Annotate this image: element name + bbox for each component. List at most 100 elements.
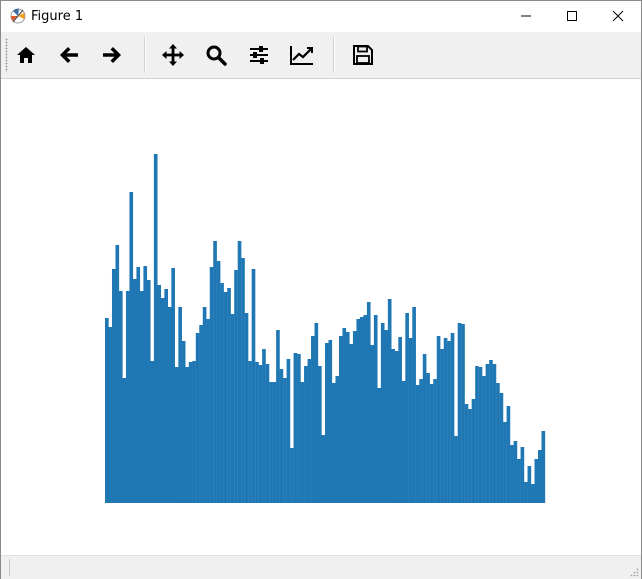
histogram-bar bbox=[345, 332, 350, 503]
figure-canvas[interactable] bbox=[1, 79, 641, 555]
histogram-bar bbox=[171, 268, 175, 503]
histogram-bar bbox=[199, 325, 203, 503]
histogram-bar bbox=[356, 319, 361, 503]
save-button[interactable] bbox=[347, 39, 379, 71]
histogram-bar bbox=[307, 359, 312, 503]
histogram-bar bbox=[248, 361, 252, 503]
pan-button[interactable] bbox=[157, 39, 189, 71]
histogram-bar bbox=[265, 364, 270, 503]
histogram-bar bbox=[283, 378, 287, 503]
arrow-right-icon bbox=[103, 47, 121, 63]
histogram-bar bbox=[510, 445, 514, 503]
histogram-bar bbox=[251, 269, 256, 503]
back-button[interactable] bbox=[53, 39, 85, 71]
status-divider bbox=[9, 559, 10, 576]
histogram-bar bbox=[398, 337, 402, 503]
histogram-bar bbox=[297, 354, 301, 503]
histogram-bar bbox=[213, 241, 217, 503]
histogram-bar bbox=[461, 324, 465, 503]
histogram-bar bbox=[272, 382, 277, 503]
histogram-bar bbox=[241, 258, 245, 503]
histogram-bar bbox=[129, 192, 134, 503]
title-bar[interactable]: Figure 1 bbox=[1, 1, 641, 31]
toolbar-grip[interactable] bbox=[5, 38, 8, 72]
histogram-bar bbox=[311, 336, 315, 503]
maximize-icon bbox=[567, 11, 577, 21]
histogram-bar bbox=[136, 267, 141, 503]
histogram-bar bbox=[153, 154, 158, 503]
histogram-bar bbox=[422, 354, 427, 503]
histogram-bar bbox=[118, 291, 123, 503]
configure-subplots-button[interactable] bbox=[243, 39, 275, 71]
forward-button[interactable] bbox=[96, 39, 128, 71]
histogram-bar bbox=[475, 366, 479, 503]
histogram-bar bbox=[363, 315, 368, 503]
histogram-bar bbox=[290, 448, 294, 503]
histogram-bar bbox=[157, 285, 162, 503]
histogram-bar bbox=[262, 349, 266, 503]
histogram-bar bbox=[384, 330, 389, 503]
histogram-bar bbox=[443, 338, 448, 503]
histogram-bar bbox=[468, 409, 472, 503]
histogram-bar bbox=[164, 289, 169, 503]
histogram-bar bbox=[471, 399, 476, 503]
home-button[interactable] bbox=[10, 39, 42, 71]
histogram-bar bbox=[314, 323, 319, 503]
histogram-bar bbox=[419, 379, 423, 503]
resize-grip-icon[interactable] bbox=[629, 567, 639, 577]
histogram-bar bbox=[380, 323, 385, 503]
histogram-bar bbox=[108, 327, 113, 503]
histogram-bar bbox=[405, 313, 409, 503]
histogram-bar bbox=[373, 315, 378, 503]
zoom-button[interactable] bbox=[200, 39, 232, 71]
histogram-bar bbox=[352, 331, 357, 503]
histogram-bar bbox=[181, 341, 186, 503]
histogram-bar bbox=[178, 307, 182, 503]
status-bar bbox=[1, 555, 641, 579]
histogram-bar bbox=[457, 323, 462, 503]
histogram-bar bbox=[541, 431, 546, 503]
histogram-bar bbox=[328, 340, 333, 503]
histogram-bar bbox=[454, 436, 458, 503]
minimize-button[interactable] bbox=[503, 1, 549, 31]
histogram-bar bbox=[531, 484, 535, 503]
histogram-bar bbox=[517, 459, 521, 503]
histogram-bar bbox=[464, 404, 469, 503]
close-icon bbox=[612, 10, 624, 22]
histogram-bar bbox=[132, 279, 137, 503]
histogram-bar bbox=[276, 330, 280, 503]
figure-window: Figure 1 bbox=[0, 0, 642, 579]
histogram-bar bbox=[415, 385, 420, 503]
histogram-bar bbox=[160, 298, 165, 503]
histogram-bar bbox=[206, 319, 210, 503]
histogram-bar bbox=[506, 406, 511, 503]
close-button[interactable] bbox=[595, 1, 641, 31]
histogram-bar bbox=[426, 373, 430, 503]
histogram-bar bbox=[538, 450, 542, 503]
maximize-button[interactable] bbox=[549, 1, 595, 31]
histogram-bar bbox=[440, 349, 444, 503]
histogram-bar bbox=[513, 441, 518, 503]
histogram-bar bbox=[496, 383, 500, 503]
edit-axes-button[interactable] bbox=[286, 39, 318, 71]
histogram-bar bbox=[220, 283, 224, 503]
histogram-bar bbox=[174, 367, 179, 503]
histogram-bar bbox=[408, 338, 413, 503]
histogram-bar bbox=[450, 333, 455, 503]
histogram-bar bbox=[209, 267, 214, 503]
histogram-bar bbox=[167, 307, 172, 503]
histogram-bar bbox=[359, 317, 364, 503]
histogram-bar bbox=[478, 367, 483, 503]
histogram-bar bbox=[412, 307, 416, 503]
histogram-bar bbox=[286, 359, 291, 503]
navigation-toolbar bbox=[1, 32, 641, 79]
histogram-bar bbox=[139, 291, 144, 503]
histogram-bar bbox=[370, 345, 375, 503]
histogram-bar bbox=[111, 269, 116, 503]
histogram-bar bbox=[125, 291, 130, 503]
histogram-bar bbox=[485, 364, 490, 503]
histogram-bar bbox=[244, 313, 249, 503]
histogram-bar bbox=[447, 341, 451, 503]
histogram-bar bbox=[366, 302, 371, 503]
histogram-bar bbox=[304, 366, 308, 503]
